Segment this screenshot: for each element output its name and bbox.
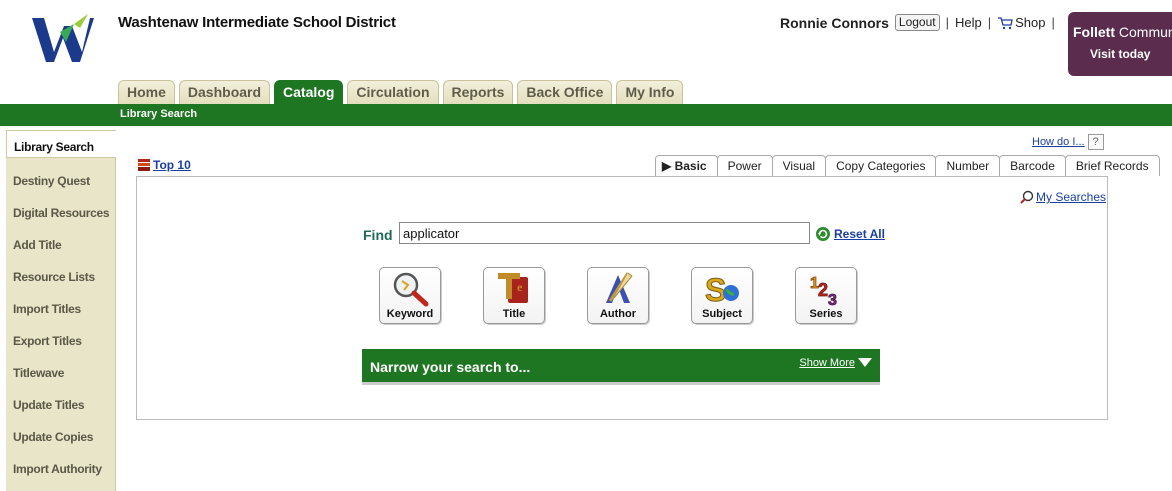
sidebar-item-destiny-quest[interactable]: Destiny Quest xyxy=(6,162,115,194)
promo-rest: Community xyxy=(1118,24,1172,40)
find-label: Find xyxy=(363,227,393,243)
series-search-button[interactable]: 123 Series xyxy=(795,267,857,324)
shop-link[interactable]: Shop xyxy=(997,15,1046,30)
sidebar-item-add-title[interactable]: Add Title xyxy=(6,226,115,258)
user-area: Ronnie Connors Logout | Help | Shop | xyxy=(780,14,1055,31)
tab-reports[interactable]: Reports xyxy=(442,80,514,104)
main-tabs: Home Dashboard Catalog Circulation Repor… xyxy=(118,80,684,105)
search-tab-power[interactable]: Power xyxy=(716,155,773,176)
narrow-title: Narrow your search to... xyxy=(370,359,531,375)
cart-icon xyxy=(998,16,1013,29)
title-book-icon: e xyxy=(498,273,528,303)
sidebar: Library Search Destiny Quest Digital Res… xyxy=(6,130,116,491)
search-tab-barcode[interactable]: Barcode xyxy=(999,155,1066,176)
subject-globe-icon: S xyxy=(705,272,739,307)
magnifier-icon xyxy=(1020,190,1034,204)
tab-back-office[interactable]: Back Office xyxy=(517,80,613,104)
search-tab-visual[interactable]: Visual xyxy=(771,155,827,176)
svg-text:3: 3 xyxy=(828,292,837,307)
help-question-icon[interactable]: ? xyxy=(1087,134,1104,150)
show-more-link[interactable]: Show More xyxy=(799,357,872,369)
keyword-search-button[interactable]: Keyword xyxy=(379,267,441,324)
quill-icon xyxy=(606,272,633,303)
narrow-search-bar: Narrow your search to... Show More xyxy=(362,349,880,385)
svg-text:2: 2 xyxy=(818,280,828,300)
user-name: Ronnie Connors xyxy=(780,14,889,31)
show-more-label: Show More xyxy=(799,357,855,369)
logout-button[interactable]: Logout xyxy=(894,14,940,31)
help-link[interactable]: Help xyxy=(955,15,982,30)
sidebar-item-library-search[interactable]: Library Search xyxy=(6,130,116,158)
my-searches-link[interactable]: My Searches xyxy=(1020,190,1106,204)
search-tab-number[interactable]: Number xyxy=(935,155,1001,176)
top10-link[interactable]: Top 10 xyxy=(137,158,191,172)
search-mode-tabs: ▶ Basic Power Visual Copy Categories Num… xyxy=(655,155,1160,176)
svg-text:S: S xyxy=(705,272,726,307)
author-label: Author xyxy=(599,308,637,320)
tab-dashboard[interactable]: Dashboard xyxy=(178,80,271,104)
search-input[interactable] xyxy=(399,222,810,244)
magnifier-icon xyxy=(393,272,429,307)
sidebar-item-titlewave[interactable]: Titlewave xyxy=(6,354,115,386)
sidebar-item-export-titles[interactable]: Export Titles xyxy=(6,322,115,354)
sidebar-item-resource-lists[interactable]: Resource Lists xyxy=(6,258,115,290)
search-tab-basic[interactable]: ▶ Basic xyxy=(655,155,718,176)
sidebar-item-update-titles[interactable]: Update Titles xyxy=(6,386,115,418)
shop-label: Shop xyxy=(1015,15,1046,30)
keyword-label: Keyword xyxy=(386,308,434,320)
separator: | xyxy=(1051,15,1055,30)
sidebar-item-digital-resources[interactable]: Digital Resources xyxy=(6,194,115,226)
separator: | xyxy=(987,15,992,30)
tab-my-info[interactable]: My Info xyxy=(616,80,684,104)
promo-brand: Follett xyxy=(1073,24,1115,40)
search-tab-basic-label: Basic xyxy=(674,159,707,173)
follett-community-promo[interactable]: Follett Community Visit today xyxy=(1068,12,1172,76)
title-label: Title xyxy=(502,308,526,320)
arrow-right-icon: ▶ xyxy=(662,159,672,173)
search-tab-copy-categories[interactable]: Copy Categories xyxy=(825,155,937,176)
reset-icon xyxy=(816,227,830,241)
subnav-label: Library Search xyxy=(120,108,198,120)
district-name: Washtenaw Intermediate School District xyxy=(118,14,396,31)
series-123-icon: 1 23 xyxy=(810,275,838,307)
promo-cta: Visit today xyxy=(1090,47,1151,61)
reset-all-link[interactable]: Reset All xyxy=(815,226,885,242)
my-searches-label: My Searches xyxy=(1036,190,1107,204)
author-search-button[interactable]: Author xyxy=(587,267,649,324)
books-stack-icon xyxy=(138,159,150,171)
tab-catalog[interactable]: Catalog xyxy=(274,80,344,105)
tab-circulation[interactable]: Circulation xyxy=(347,80,439,104)
sidebar-item-import-authority[interactable]: Import Authority xyxy=(6,450,115,482)
triangle-down-icon xyxy=(858,358,872,367)
subnav-bar: Library Search xyxy=(0,104,1172,126)
tab-home[interactable]: Home xyxy=(118,80,175,104)
district-logo xyxy=(32,14,94,62)
promo-title: Follett Community xyxy=(1073,24,1172,40)
series-label: Series xyxy=(809,308,843,320)
title-search-button[interactable]: e Title xyxy=(483,267,545,324)
sidebar-item-import-titles[interactable]: Import Titles xyxy=(6,290,115,322)
top10-label: Top 10 xyxy=(153,158,191,172)
subject-search-button[interactable]: S Subject xyxy=(691,267,753,324)
how-do-i-label: How do I... xyxy=(1032,136,1085,148)
reset-all-label: Reset All xyxy=(834,227,885,241)
svg-text:e: e xyxy=(517,280,523,294)
sidebar-item-update-copies[interactable]: Update Copies xyxy=(6,418,115,450)
separator: | xyxy=(945,15,949,30)
how-do-i-link[interactable]: How do I... ? xyxy=(1032,134,1104,150)
subject-label: Subject xyxy=(702,308,742,320)
search-tab-brief-records[interactable]: Brief Records xyxy=(1064,155,1160,176)
